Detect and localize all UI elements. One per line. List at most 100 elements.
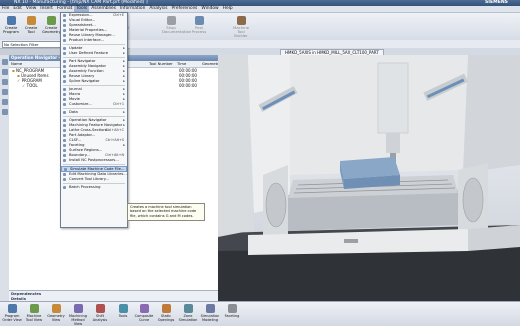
bottom-toolbar: Program Order View Machine Tool View Geome…: [0, 301, 520, 326]
tools-menu-item[interactable]: Spline Navigator ▸: [61, 79, 127, 84]
menu-item-label: Part Adaptor...: [69, 133, 96, 137]
menu-help[interactable]: Help: [221, 6, 235, 12]
bottom-button-0[interactable]: Program Order View: [2, 304, 22, 322]
bottom-button-icon: [73, 304, 83, 313]
bottom-button-2[interactable]: Geometry View: [46, 304, 66, 322]
bottom-button-6[interactable]: Composite Curve: [134, 304, 154, 322]
menu-separator: [63, 57, 125, 58]
menu-item-label: Visual Editor...: [69, 18, 96, 22]
tools-menu-item[interactable]: Install NC Postprocessors...: [61, 158, 127, 163]
ribbon-button-label: Create Program: [2, 25, 20, 34]
bottom-button-icon: [161, 304, 171, 313]
ribbon-icon: [236, 16, 246, 25]
ribbon-button-1[interactable]: Create Tool: [22, 15, 40, 37]
menu-item-icon: [63, 103, 66, 106]
bottom-button-label: Zone Simulation: [178, 314, 198, 322]
assembly-navigator-icon[interactable]: [1, 89, 8, 95]
bottom-button-label: Machine Tool View: [25, 314, 43, 322]
col-name[interactable]: Name: [11, 61, 22, 67]
operation-navigator-icon[interactable]: [1, 59, 8, 65]
bottom-button-10[interactable]: Faceting: [222, 304, 242, 318]
menu-item-icon: [63, 34, 66, 37]
bottom-button-icon: [139, 304, 149, 313]
menu-separator: [63, 85, 125, 86]
menu-item-icon: [63, 88, 66, 91]
menu-window[interactable]: Window: [199, 6, 220, 12]
bottom-button-label: Shift Analysis: [92, 314, 108, 322]
submenu-arrow-icon: ▸: [123, 110, 125, 114]
navigator-footer: Dependencies Details: [9, 290, 218, 301]
ribbon-button-6[interactable]: Shop Documentation: [162, 15, 191, 37]
menu-item-label: Operation Navigator: [69, 118, 107, 122]
graphics-window[interactable]: [218, 55, 520, 301]
menu-insert[interactable]: Insert: [38, 6, 55, 12]
menu-shortcut: Ctrl+1: [112, 102, 124, 106]
menu-item-icon: [63, 178, 66, 181]
tools-menu-item[interactable]: Data ▸: [61, 110, 127, 115]
bottom-button-9[interactable]: Simulation Modeling: [200, 304, 220, 322]
bottom-button-icon: [227, 304, 237, 313]
bottom-button-label: Composite Curve: [134, 314, 154, 322]
menu-separator: [63, 183, 125, 184]
bottom-button-7[interactable]: Static Openings: [156, 304, 176, 322]
part-navigator-icon[interactable]: [1, 79, 8, 85]
bottom-button-4[interactable]: Shift Analysis: [90, 304, 110, 322]
menu-item-icon: [63, 111, 66, 114]
roles-icon[interactable]: [1, 109, 8, 115]
menu-item-label: Customize...: [69, 102, 92, 106]
bottom-button-icon: [29, 304, 39, 313]
menu-preferences[interactable]: Preferences: [170, 6, 200, 12]
ribbon-icon: [26, 16, 36, 25]
selection-filter-dropdown[interactable]: No Selection Filter: [2, 41, 61, 48]
menu-item-icon: [63, 119, 66, 122]
ribbon-button-2[interactable]: Create Geometry: [42, 15, 61, 37]
menu-separator: [63, 116, 125, 117]
menu-item-icon: [63, 47, 66, 50]
bottom-button-8[interactable]: Zone Simulation: [178, 304, 198, 322]
menu-item-label: Install NC Postprocessors...: [69, 158, 119, 162]
bottom-button-label: Faceting: [224, 314, 240, 318]
menu-item-label: Spline Navigator: [69, 79, 100, 83]
menu-item-label: Spreadsheet...: [69, 23, 96, 27]
menu-view[interactable]: View: [24, 6, 38, 12]
menu-item-label: Batch Processing: [69, 185, 101, 189]
menu-edit[interactable]: Edit: [11, 6, 24, 12]
bottom-button-label: Static Openings: [157, 314, 175, 322]
ribbon-button-label: Post Process: [191, 25, 207, 34]
menu-item-icon: [63, 144, 66, 147]
ribbon-button-label: Create Tool: [24, 25, 38, 34]
menu-tooltip: Creates a machine tool simulation based …: [127, 203, 205, 221]
bottom-button-icon: [51, 304, 61, 313]
ribbon-button-8[interactable]: Machine Tool Builder: [232, 15, 250, 38]
col-time[interactable]: Time: [177, 61, 186, 67]
menu-item-icon: [63, 52, 66, 55]
submenu-arrow-icon: ▸: [123, 79, 125, 83]
menu-item-icon: [63, 65, 66, 68]
ribbon-button-0[interactable]: Create Program: [2, 15, 20, 37]
menu-analysis[interactable]: Analysis: [147, 6, 169, 12]
tools-menu-item[interactable]: Product Interface...: [61, 38, 127, 43]
menu-item-label: Reuse Library: [69, 74, 95, 78]
menu-item-icon: [63, 14, 66, 17]
ribbon-icon: [46, 16, 56, 25]
menu-item-label: Movie: [69, 97, 80, 101]
tools-menu-item[interactable]: Batch Processing: [61, 185, 127, 190]
tools-menu-item[interactable]: Customize... Ctrl+1: [61, 102, 127, 107]
col-tool-number[interactable]: Tool Number: [149, 61, 173, 67]
menu-item-label: Material Properties...: [69, 28, 108, 32]
menu-item-label: Simulate Machine Code File...: [70, 167, 125, 171]
history-icon[interactable]: [1, 99, 8, 105]
menu-item-label: Expression...: [69, 13, 93, 17]
menu-item-icon: [63, 24, 66, 27]
tools-menu-item[interactable]: Convert Tool Library...: [61, 177, 127, 182]
tools-menu-item[interactable]: User Defined Feature ▸: [61, 51, 127, 56]
bottom-button-1[interactable]: Machine Tool View: [24, 304, 44, 322]
menu-file[interactable]: File: [0, 6, 11, 12]
bottom-button-3[interactable]: Machining Method View: [68, 304, 88, 326]
menu-separator: [63, 164, 125, 165]
ribbon-button-7[interactable]: Post Process: [190, 15, 208, 37]
bottom-button-5[interactable]: Tools: [113, 304, 133, 318]
ribbon-icon: [166, 16, 176, 25]
machine-tool-navigator-icon[interactable]: [1, 69, 8, 75]
menu-item-icon: [63, 80, 66, 83]
